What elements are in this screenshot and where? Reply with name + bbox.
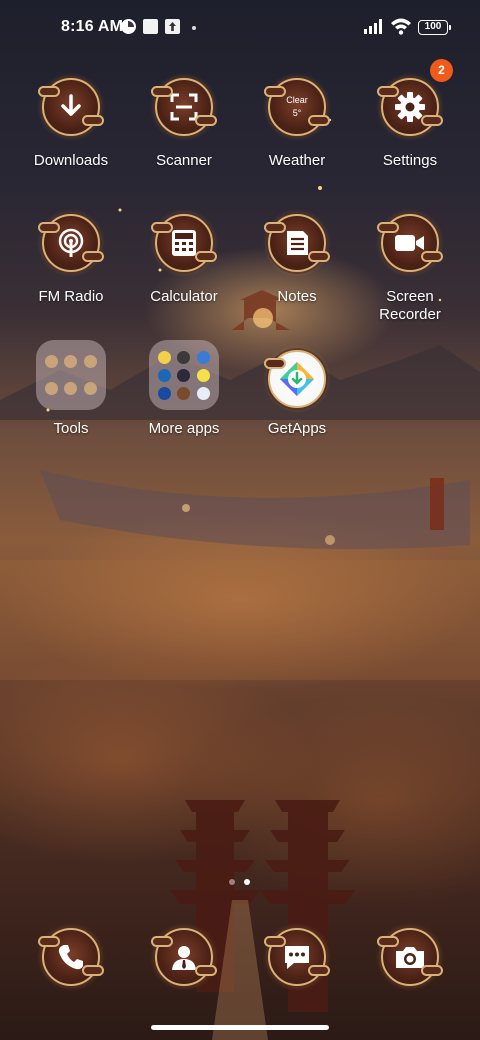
phone-icon: [38, 928, 104, 986]
scanner-icon: [151, 78, 217, 136]
app-weather[interactable]: Clear 5° Weather: [242, 78, 352, 170]
page-indicator: [229, 879, 253, 887]
app-calculator[interactable]: Calculator: [129, 214, 239, 306]
app-label: Calculator: [150, 288, 218, 305]
app-getapps[interactable]: GetApps: [242, 350, 352, 438]
app-label: Notes: [277, 288, 317, 305]
dock-camera[interactable]: [355, 928, 465, 986]
app-screen-recorder[interactable]: Screen Recorder: [355, 214, 465, 324]
dot-icon: [192, 26, 196, 30]
upload-icon: [165, 19, 180, 34]
contacts-icon: [151, 928, 217, 986]
app-notes[interactable]: Notes: [242, 214, 352, 306]
calculator-icon: [151, 214, 217, 272]
page-dot-active: [244, 879, 250, 885]
battery-icon: 100: [418, 20, 451, 35]
app-fm-radio[interactable]: FM Radio: [16, 214, 126, 306]
notes-icon: [264, 214, 330, 272]
app-label: Weather: [268, 152, 326, 169]
weather-condition: Clear: [286, 95, 308, 105]
app-label: More apps: [148, 420, 220, 437]
video-camera-icon: [377, 214, 443, 272]
folder-more-apps[interactable]: More apps: [129, 340, 239, 438]
dock-contacts[interactable]: [129, 928, 239, 986]
app-label: Settings: [382, 152, 438, 169]
radio-icon: [38, 214, 104, 272]
weather-temp: 5°: [292, 108, 302, 118]
app-label: FM Radio: [38, 288, 104, 305]
notification-square-icon: [143, 19, 158, 34]
dock-phone[interactable]: [16, 928, 126, 986]
status-bar: 8:16 AM 100: [0, 0, 480, 56]
weather-icon: Clear 5°: [264, 78, 330, 136]
notification-badge: 2: [430, 59, 453, 82]
app-label: Screen Recorder: [379, 288, 441, 323]
folder-icon: [149, 340, 219, 410]
app-label: Scanner: [156, 152, 212, 169]
data-saver-icon: [121, 19, 136, 34]
home-gesture-bar[interactable]: [151, 1025, 329, 1030]
folder-icon: [36, 340, 106, 410]
wifi-icon: [391, 18, 411, 35]
app-label: Tools: [53, 420, 89, 437]
getapps-icon: [264, 350, 326, 408]
gear-icon: [377, 78, 443, 136]
page-dot: [229, 879, 235, 885]
message-icon: [264, 928, 330, 986]
app-settings[interactable]: Settings: [355, 78, 465, 170]
dock-messaging[interactable]: [242, 928, 352, 986]
signal-icon: [364, 19, 382, 34]
download-icon: [38, 78, 104, 136]
app-scanner[interactable]: Scanner: [129, 78, 239, 170]
clock: 8:16 AM: [61, 18, 124, 35]
app-downloads[interactable]: Downloads: [16, 78, 126, 170]
app-label: GetApps: [267, 420, 327, 437]
app-label: Downloads: [33, 152, 109, 169]
folder-tools[interactable]: Tools: [16, 340, 126, 438]
camera-icon: [377, 928, 443, 986]
